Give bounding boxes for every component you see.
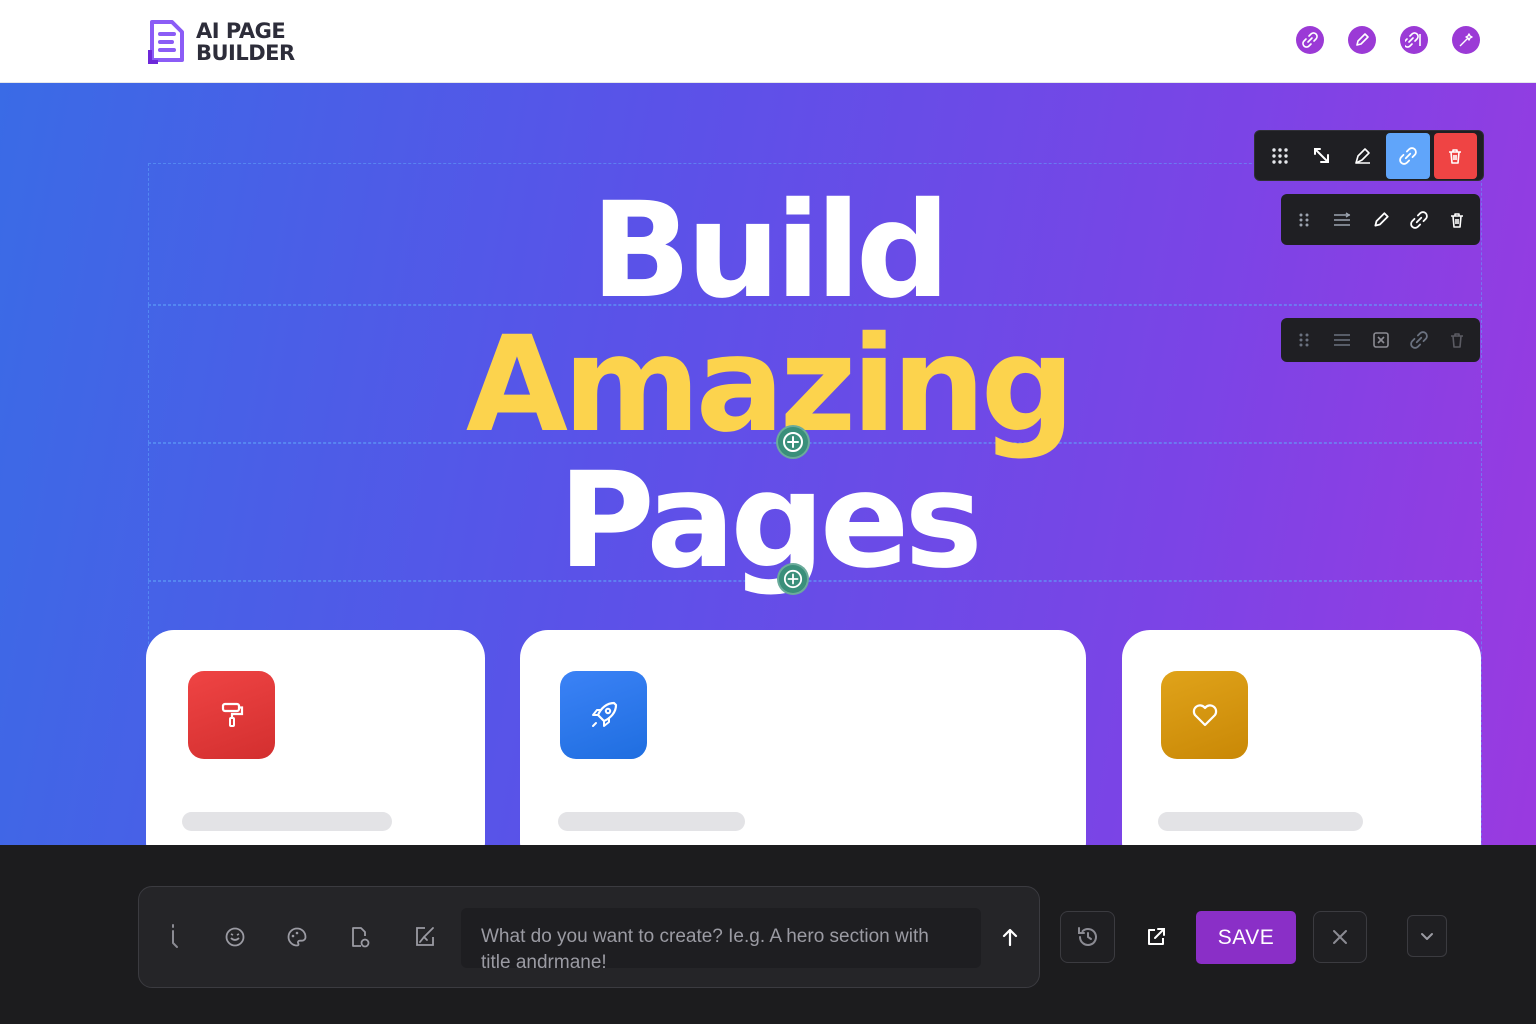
resize-icon[interactable] [1303,136,1341,176]
collapse-button[interactable] [1407,915,1447,957]
card-icon-tile [1161,671,1248,759]
feature-card-2[interactable] [520,630,1086,845]
trash-icon[interactable] [1438,200,1476,240]
file-add-icon[interactable] [344,921,376,953]
plus-circle-icon [783,432,803,452]
card-title-placeholder [1158,812,1363,831]
link-icon[interactable] [1400,320,1438,360]
app-header: AI PAGE BUILDER [0,0,1536,83]
rocket-icon [591,701,617,727]
feature-card-3[interactable] [1122,630,1481,845]
ai-composer-bar: What do you want to create? Ie.g. A hero… [0,845,1536,1024]
delete-block-button[interactable] [1433,132,1477,179]
open-external-button[interactable] [1136,917,1176,957]
logo-mark-icon [148,20,184,64]
link-icon[interactable] [1400,200,1438,240]
prompt-box: What do you want to create? Ie.g. A hero… [138,886,1040,988]
align-icon[interactable] [1323,200,1361,240]
card-title-placeholder [558,812,745,831]
trash-icon [1449,148,1462,164]
logo-line-2: BUILDER [196,41,295,65]
palette-icon[interactable] [281,921,313,953]
close-button[interactable] [1313,911,1367,963]
card-icon-tile [188,671,275,759]
link-icon [1399,146,1417,165]
block-toolbar-secondary [1281,194,1480,245]
block-toolbar-primary [1254,130,1484,181]
arrow-up-icon [1002,928,1018,947]
pencil-icon[interactable] [1361,200,1399,240]
pencil-icon[interactable] [1348,26,1376,54]
feature-card-1[interactable] [146,630,485,845]
block-toolbar-tertiary [1281,318,1480,362]
link-button-active[interactable] [1386,132,1430,179]
cursor-icon[interactable] [159,921,191,953]
magic-wand-icon[interactable] [1452,26,1480,54]
image-edit-icon[interactable] [409,921,441,953]
logo-text: AI PAGE BUILDER [196,20,295,64]
close-box-icon[interactable] [1361,320,1399,360]
send-button[interactable] [994,921,1026,953]
drag-grid-icon[interactable] [1261,136,1299,176]
style-icon[interactable] [1344,136,1382,176]
chevron-down-icon [1421,933,1433,940]
external-link-icon [1148,928,1165,945]
card-title-placeholder [182,812,392,831]
drag-dots-icon[interactable] [1285,200,1323,240]
card-icon-tile [560,671,647,759]
plus-circle-icon [783,569,803,589]
link-icon[interactable] [1296,26,1324,54]
undo-button[interactable] [1060,911,1115,963]
heart-icon [1192,704,1217,727]
hero-title-line-3[interactable]: Pages [0,455,1536,587]
drag-dots-icon[interactable] [1285,320,1323,360]
save-button[interactable]: SAVE [1196,911,1296,964]
paint-roller-icon [221,702,243,727]
add-block-button-below[interactable] [777,563,809,595]
history-icon [1077,927,1097,946]
align-icon[interactable] [1323,320,1361,360]
prompt-input[interactable]: What do you want to create? Ie.g. A hero… [461,908,981,968]
logo-line-1: AI PAGE [196,19,286,43]
header-actions [1296,26,1480,54]
emoji-icon[interactable] [219,921,251,953]
logo[interactable]: AI PAGE BUILDER [148,20,295,64]
trash-icon[interactable] [1438,320,1476,360]
add-block-button[interactable] [776,425,810,459]
page-canvas: Build Amazing Pages [0,83,1536,845]
close-icon [1333,930,1347,944]
link-edit-icon[interactable] [1400,26,1428,54]
